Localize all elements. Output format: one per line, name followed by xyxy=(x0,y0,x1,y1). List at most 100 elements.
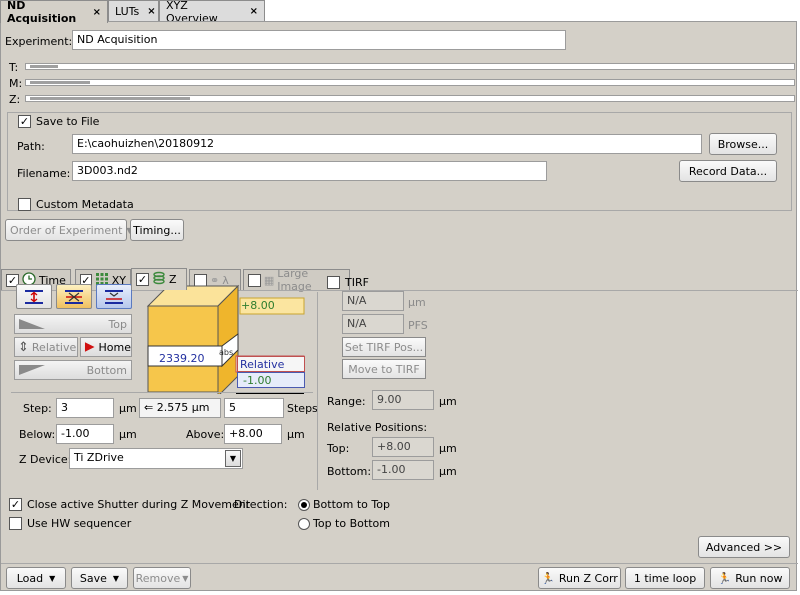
loop-m-label: M: xyxy=(9,77,23,90)
chevron-down-icon[interactable]: ▼ xyxy=(225,450,241,467)
save-label: Save xyxy=(79,571,107,585)
subtab-z[interactable]: ✓ Z xyxy=(131,268,187,290)
z-mode-top-bottom-button[interactable] xyxy=(16,284,52,309)
chevron-down-icon: ▼ xyxy=(182,573,189,583)
z-section-divider xyxy=(11,392,313,393)
relative-button[interactable]: ⇕ Relative xyxy=(14,337,78,357)
below-field[interactable]: -1.00 xyxy=(56,424,114,444)
diagram-top-value: +8.00 xyxy=(241,299,275,312)
path-label: Path: xyxy=(17,140,45,153)
record-data-button[interactable]: Record Data... xyxy=(679,160,777,182)
remove-label: Remove xyxy=(135,571,181,585)
load-button[interactable]: Load ▼ xyxy=(6,567,66,589)
browse-button[interactable]: Browse... xyxy=(709,133,777,155)
chevron-down-icon: ▼ xyxy=(112,573,120,583)
tirf-unit-1: µm xyxy=(408,296,426,309)
set-tirf-pos-button[interactable]: Set TIRF Pos... xyxy=(342,337,426,357)
tab-xyz-overview[interactable]: XYZ Overview × xyxy=(159,0,265,25)
experiment-field[interactable]: ND Acquisition xyxy=(72,30,566,50)
run-now-label: Run now xyxy=(735,571,783,585)
bottom-to-top-radio[interactable] xyxy=(298,499,310,511)
order-of-experiment-dropdown[interactable]: Order of Experiment ▼ xyxy=(5,219,133,241)
set-top-label: Top xyxy=(108,317,127,331)
above-field[interactable]: +8.00 xyxy=(224,424,282,444)
rel-top-unit: µm xyxy=(439,442,457,455)
save-button[interactable]: Save ▼ xyxy=(71,567,128,589)
timing-button[interactable]: Timing... xyxy=(130,219,184,241)
time-loop-button[interactable]: 1 time loop xyxy=(625,567,705,589)
set-top-button[interactable]: Top xyxy=(14,314,132,334)
top-bottom-icon xyxy=(25,289,43,304)
close-icon[interactable]: × xyxy=(250,6,258,17)
move-to-tirf-button[interactable]: Move to TIRF xyxy=(342,359,426,379)
z-mode-asymmetric-button[interactable] xyxy=(96,284,132,309)
range-field: 9.00 xyxy=(372,390,434,410)
arrow-left-icon: ⇐ xyxy=(144,401,157,414)
symmetric-range-icon xyxy=(65,289,83,304)
loop-t-track[interactable] xyxy=(25,63,795,70)
above-unit: µm xyxy=(287,428,305,441)
set-bottom-button[interactable]: Bottom xyxy=(14,360,132,380)
chevron-down-icon: ▼ xyxy=(49,573,56,583)
save-to-file-checkbox[interactable]: ✓ xyxy=(18,115,31,128)
hw-sequencer-checkbox[interactable] xyxy=(9,517,22,530)
order-label: Order of Experiment xyxy=(10,223,123,237)
runner-icon: 🏃 xyxy=(541,571,555,585)
below-label: Below: xyxy=(19,428,56,441)
z-device-value: Ti ZDrive xyxy=(74,451,124,464)
play-icon xyxy=(84,342,95,352)
tirf-checkbox[interactable] xyxy=(327,276,340,289)
step-computed-value: 2.575 µm xyxy=(156,401,210,414)
tab-nd-acquisition[interactable]: ND Acquisition × xyxy=(0,0,108,25)
close-shutter-checkbox[interactable]: ✓ xyxy=(9,498,22,511)
step-computed-field[interactable]: ⇐ 2.575 µm xyxy=(139,398,221,418)
custom-metadata-label: Custom Metadata xyxy=(36,198,134,211)
tab-label: LUTs xyxy=(115,5,140,18)
relative-label: Relative xyxy=(31,340,77,354)
hw-sequencer-label: Use HW sequencer xyxy=(27,517,132,530)
z-checkbox[interactable]: ✓ xyxy=(136,273,149,286)
range-unit: µm xyxy=(439,395,457,408)
path-field[interactable]: E:\caohuizhen\20180912 xyxy=(72,134,702,154)
loop-m-track[interactable] xyxy=(25,79,795,86)
step-label: Step: xyxy=(23,402,52,415)
save-to-file-label: Save to File xyxy=(36,115,100,128)
rel-bottom-label: Bottom: xyxy=(327,465,372,478)
run-z-corr-label: Run Z Corr xyxy=(558,571,618,585)
tirf-field-2[interactable]: N/A xyxy=(342,314,404,334)
custom-metadata-checkbox[interactable] xyxy=(18,198,31,211)
tab-luts[interactable]: LUTs × xyxy=(108,0,159,22)
advanced-button[interactable]: Advanced >> xyxy=(698,536,790,558)
run-z-corr-button[interactable]: 🏃 Run Z Corr xyxy=(538,567,621,589)
bottom-to-top-label: Bottom to Top xyxy=(313,498,390,511)
step-unit: µm xyxy=(119,402,137,415)
diagram-abs-label: abs xyxy=(219,348,234,357)
diagram-bottom-value: -1.00 xyxy=(243,374,272,387)
run-now-button[interactable]: 🏃 Run now xyxy=(710,567,790,589)
nd-acquisition-panel: Experiment: ND Acquisition T: M: Z: ✓ Sa… xyxy=(0,21,798,591)
load-label: Load xyxy=(16,571,44,585)
top-to-bottom-radio[interactable] xyxy=(298,518,310,530)
home-label: Home xyxy=(98,340,131,354)
above-label: Above: xyxy=(186,428,225,441)
filename-label: Filename: xyxy=(17,167,71,180)
top-to-bottom-label: Top to Bottom xyxy=(313,517,390,530)
home-button[interactable]: Home xyxy=(80,337,132,357)
runner-icon: 🏃 xyxy=(717,571,732,585)
step-field[interactable]: 3 xyxy=(56,398,114,418)
range-label: Range: xyxy=(327,395,366,408)
tirf-unit-2: PFS xyxy=(408,319,428,332)
close-icon[interactable]: × xyxy=(93,7,101,18)
loop-t-label: T: xyxy=(9,61,19,74)
z-mode-symmetric-button[interactable] xyxy=(56,284,92,309)
loop-z-track[interactable] xyxy=(25,95,795,102)
steps-label: Steps xyxy=(287,402,318,415)
subtab-z-label: Z xyxy=(169,273,177,286)
z-device-dropdown[interactable]: Ti ZDrive xyxy=(69,448,243,469)
close-icon[interactable]: × xyxy=(147,6,155,17)
tirf-field-1[interactable]: N/A xyxy=(342,291,404,311)
remove-button[interactable]: Remove ▼ xyxy=(133,567,191,589)
top-wedge-icon xyxy=(19,319,45,329)
steps-field[interactable]: 5 xyxy=(224,398,284,418)
filename-field[interactable]: 3D003.nd2 xyxy=(72,161,547,181)
